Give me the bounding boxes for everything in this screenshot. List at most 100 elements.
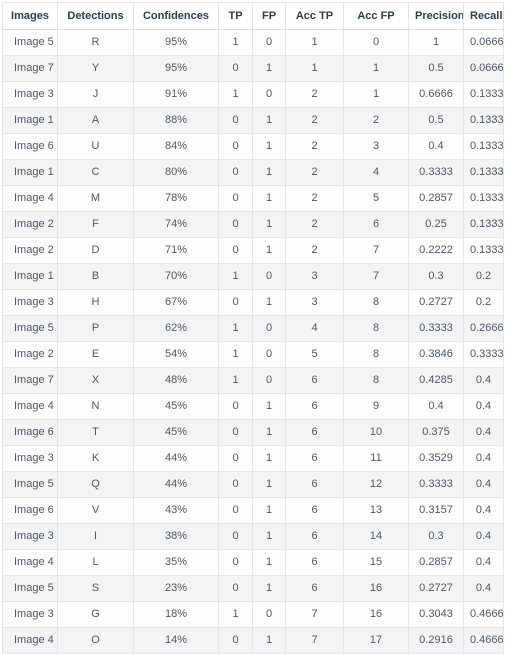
cell-detections: K <box>57 445 134 472</box>
column-header-images: Images <box>2 2 58 30</box>
cell-recall: 0.2 <box>463 289 504 316</box>
cell-acc-fp: 2 <box>343 107 409 134</box>
cell-precision: 0.4 <box>408 393 464 420</box>
cell-images: Image 3 <box>2 289 58 316</box>
cell-images: Image 6 <box>2 497 58 524</box>
cell-precision: 0.3043 <box>408 601 464 628</box>
column-header-confidences: Confidences <box>133 2 219 30</box>
cell-precision: 0.3846 <box>408 341 464 368</box>
cell-images: Image 6 <box>2 133 58 160</box>
cell-fp: 1 <box>252 393 286 420</box>
cell-acc-tp: 6 <box>285 549 344 576</box>
cell-tp: 0 <box>218 445 253 472</box>
cell-recall: 0.1333 <box>463 107 504 134</box>
cell-images: Image 2 <box>2 341 58 368</box>
table-row: Image 5 Q 44% 0 1 6 12 0.3333 0.4 <box>2 471 504 498</box>
column-header-fp: FP <box>252 2 286 30</box>
cell-fp: 1 <box>252 237 286 264</box>
cell-precision: 0.3333 <box>408 315 464 342</box>
cell-tp: 1 <box>218 367 253 394</box>
cell-detections: R <box>57 29 134 56</box>
cell-detections: M <box>57 185 134 212</box>
cell-tp: 0 <box>218 549 253 576</box>
cell-confidences: 45% <box>133 393 219 420</box>
table-row: Image 1 C 80% 0 1 2 4 0.3333 0.1333 <box>2 159 504 186</box>
cell-recall: 0.4 <box>463 575 504 602</box>
cell-tp: 0 <box>218 133 253 160</box>
cell-acc-fp: 1 <box>343 55 409 82</box>
table-body: Image 5 R 95% 1 0 1 0 1 0.0666 Image 7 Y 95% 0 1 1 1 0.5… <box>2 29 504 654</box>
cell-recall: 0.2666 <box>463 315 504 342</box>
table-row: Image 5 P 62% 1 0 4 8 0.3333 0.2666 <box>2 315 504 342</box>
cell-images: Image 1 <box>2 263 58 290</box>
cell-confidences: 91% <box>133 81 219 108</box>
cell-acc-tp: 2 <box>285 81 344 108</box>
cell-acc-tp: 6 <box>285 393 344 420</box>
cell-confidences: 70% <box>133 263 219 290</box>
cell-confidences: 54% <box>133 341 219 368</box>
cell-confidences: 67% <box>133 289 219 316</box>
cell-acc-fp: 10 <box>343 419 409 446</box>
cell-precision: 0.2857 <box>408 549 464 576</box>
table-row: Image 2 F 74% 0 1 2 6 0.25 0.1333 <box>2 211 504 238</box>
cell-tp: 0 <box>218 419 253 446</box>
cell-confidences: 14% <box>133 627 219 654</box>
cell-recall: 0.1333 <box>463 211 504 238</box>
cell-precision: 0.3157 <box>408 497 464 524</box>
cell-tp: 1 <box>218 29 253 56</box>
cell-recall: 0.0666 <box>463 29 504 56</box>
cell-images: Image 3 <box>2 81 58 108</box>
cell-confidences: 18% <box>133 601 219 628</box>
cell-confidences: 44% <box>133 471 219 498</box>
cell-precision: 0.6666 <box>408 81 464 108</box>
cell-confidences: 80% <box>133 159 219 186</box>
table-row: Image 7 Y 95% 0 1 1 1 0.5 0.0666 <box>2 55 504 82</box>
table-row: Image 4 M 78% 0 1 2 5 0.2857 0.1333 <box>2 185 504 212</box>
cell-fp: 1 <box>252 445 286 472</box>
cell-images: Image 5 <box>2 315 58 342</box>
cell-images: Image 7 <box>2 55 58 82</box>
cell-tp: 0 <box>218 185 253 212</box>
cell-confidences: 44% <box>133 445 219 472</box>
cell-confidences: 43% <box>133 497 219 524</box>
cell-tp: 0 <box>218 107 253 134</box>
cell-acc-fp: 7 <box>343 237 409 264</box>
cell-tp: 0 <box>218 497 253 524</box>
cell-precision: 0.3333 <box>408 159 464 186</box>
cell-acc-tp: 6 <box>285 523 344 550</box>
table-row: Image 1 B 70% 1 0 3 7 0.3 0.2 <box>2 263 504 290</box>
cell-images: Image 5 <box>2 29 58 56</box>
cell-acc-tp: 7 <box>285 601 344 628</box>
cell-fp: 1 <box>252 575 286 602</box>
cell-recall: 0.1333 <box>463 185 504 212</box>
cell-acc-fp: 1 <box>343 81 409 108</box>
cell-precision: 0.2727 <box>408 289 464 316</box>
cell-recall: 0.4666 <box>463 601 504 628</box>
table-row: Image 2 D 71% 0 1 2 7 0.2222 0.1333 <box>2 237 504 264</box>
cell-detections: G <box>57 601 134 628</box>
cell-detections: V <box>57 497 134 524</box>
table-row: Image 3 G 18% 1 0 7 16 0.3043 0.4666 <box>2 601 504 628</box>
table-row: Image 3 J 91% 1 0 2 1 0.6666 0.1333 <box>2 81 504 108</box>
cell-tp: 0 <box>218 393 253 420</box>
cell-recall: 0.4 <box>463 419 504 446</box>
cell-confidences: 71% <box>133 237 219 264</box>
cell-precision: 0.2857 <box>408 185 464 212</box>
cell-confidences: 78% <box>133 185 219 212</box>
cell-images: Image 1 <box>2 107 58 134</box>
cell-confidences: 38% <box>133 523 219 550</box>
cell-confidences: 23% <box>133 575 219 602</box>
cell-confidences: 84% <box>133 133 219 160</box>
cell-detections: H <box>57 289 134 316</box>
cell-tp: 0 <box>218 575 253 602</box>
cell-acc-fp: 9 <box>343 393 409 420</box>
cell-acc-tp: 6 <box>285 445 344 472</box>
cell-images: Image 4 <box>2 549 58 576</box>
cell-recall: 0.4 <box>463 523 504 550</box>
cell-fp: 0 <box>252 601 286 628</box>
cell-precision: 1 <box>408 29 464 56</box>
cell-acc-fp: 8 <box>343 289 409 316</box>
cell-detections: B <box>57 263 134 290</box>
cell-acc-fp: 4 <box>343 159 409 186</box>
cell-images: Image 2 <box>2 211 58 238</box>
